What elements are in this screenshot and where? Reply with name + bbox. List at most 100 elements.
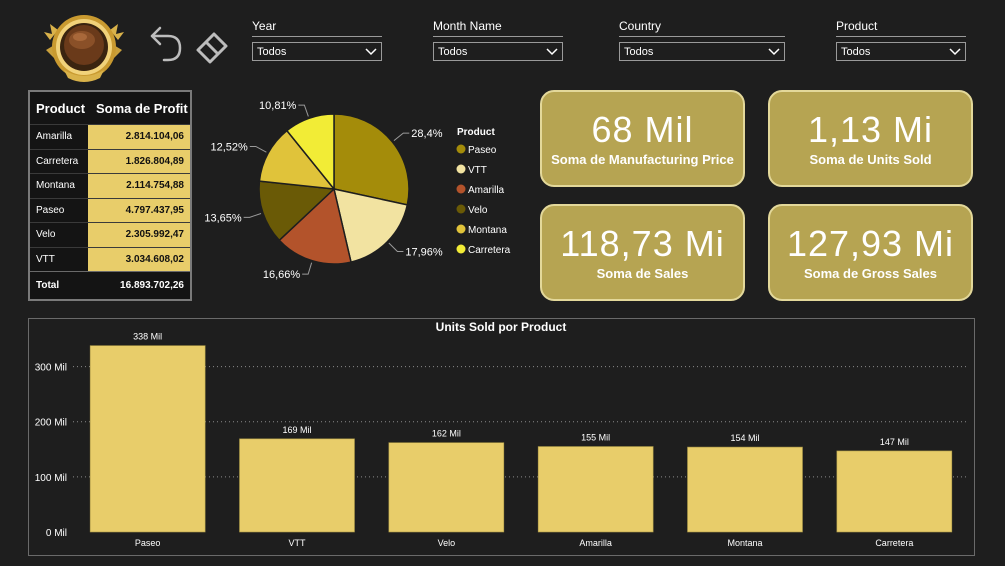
table-row: Carretera 1.826.804,89 <box>30 148 190 173</box>
legend-dot <box>456 244 466 254</box>
bar-data-label: 162 Mil <box>432 429 461 439</box>
y-tick-label: 200 Mil <box>35 418 67 429</box>
x-tick-label: VTT <box>289 538 307 548</box>
slicer-dropdown[interactable]: Todos <box>252 42 382 61</box>
header-product[interactable]: Product <box>30 101 94 116</box>
kpi-card-manufacturing-price[interactable]: 68 Mil Soma de Manufacturing Price <box>540 90 745 187</box>
pie-data-label: 13,65% <box>205 212 242 224</box>
logo <box>42 10 126 84</box>
profit-table: Product Soma de Profit Amarilla 2.814.104… <box>28 90 192 301</box>
slicer-year[interactable]: Year Todos <box>252 19 382 61</box>
table-header: Product Soma de Profit <box>30 92 190 124</box>
slicer-title: Year <box>252 19 382 37</box>
back-icon[interactable] <box>148 24 184 64</box>
bar-montana[interactable] <box>687 446 803 533</box>
bar-amarilla[interactable] <box>537 446 654 533</box>
legend-dot <box>456 144 466 154</box>
kpi-value: 68 Mil <box>591 109 694 150</box>
slicer-title: Product <box>836 19 966 37</box>
row-product: Velo <box>36 229 56 241</box>
kpi-card-gross-sales[interactable]: 127,93 Mi Soma de Gross Sales <box>768 204 973 301</box>
slicer-value: Todos <box>257 45 287 58</box>
chevron-down-icon <box>949 47 961 55</box>
bar-data-label: 169 Mil <box>282 425 311 435</box>
chevron-down-icon <box>546 47 558 55</box>
bar-carretera[interactable] <box>836 450 953 533</box>
row-value: 2.114.754,88 <box>88 174 190 198</box>
pie-data-label: 16,66% <box>263 269 301 281</box>
legend-dot <box>456 224 466 234</box>
slicer-value: Todos <box>438 45 468 58</box>
legend-item-montana[interactable]: Montana <box>468 225 507 236</box>
slicer-dropdown[interactable]: Todos <box>619 42 785 61</box>
legend-item-velo[interactable]: Velo <box>468 205 488 216</box>
kpi-label: Soma de Gross Sales <box>804 266 937 281</box>
bar-data-label: 147 Mil <box>880 437 909 447</box>
slicer-product[interactable]: Product Todos <box>836 19 966 61</box>
kpi-value: 118,73 Mi <box>560 223 725 264</box>
bar-velo[interactable] <box>388 442 505 533</box>
chevron-down-icon <box>768 47 780 55</box>
bar-chart-title: Units Sold por Product <box>436 320 567 334</box>
table-row: VTT 3.034.608,02 <box>30 246 190 271</box>
kpi-card-units-sold[interactable]: 1,13 Mi Soma de Units Sold <box>768 90 973 187</box>
row-product: Montana <box>36 180 75 192</box>
x-tick-label: Montana <box>727 538 762 548</box>
header-profit[interactable]: Soma de Profit <box>94 101 190 116</box>
kpi-value: 1,13 Mi <box>807 109 934 150</box>
legend-dot <box>456 164 466 174</box>
slicer-month-name[interactable]: Month Name Todos <box>433 19 563 61</box>
table-total-row: Total 16.893.702,26 <box>30 271 190 298</box>
pie-leader-line <box>298 104 309 117</box>
table-row: Paseo 4.797.437,95 <box>30 197 190 222</box>
slicer-country[interactable]: Country Todos <box>619 19 785 61</box>
row-value: 3.034.608,02 <box>88 247 190 271</box>
row-product: Amarilla <box>36 131 73 143</box>
legend-dot <box>456 184 466 194</box>
pie-legend-title: Product <box>457 127 495 138</box>
table-row: Montana 2.114.754,88 <box>30 173 190 198</box>
slicer-dropdown[interactable]: Todos <box>836 42 966 61</box>
slicer-title: Country <box>619 19 785 37</box>
legend-item-carretera[interactable]: Carretera <box>468 245 511 256</box>
x-tick-label: Paseo <box>135 538 161 548</box>
pie-leader-line <box>302 262 313 275</box>
kpi-label: Soma de Sales <box>596 266 689 281</box>
bar-paseo[interactable] <box>89 345 206 533</box>
pie-data-label: 17,96% <box>405 246 443 258</box>
y-tick-label: 100 Mil <box>35 473 67 484</box>
row-product: VTT <box>36 253 55 265</box>
pie-leader-line <box>393 132 410 142</box>
table-row: Velo 2.305.992,47 <box>30 222 190 247</box>
row-product: Carretera <box>36 155 79 167</box>
y-tick-label: 300 Mil <box>35 363 67 374</box>
chevron-down-icon <box>365 47 377 55</box>
kpi-label: Soma de Units Sold <box>809 152 932 167</box>
eraser-icon[interactable] <box>194 30 230 66</box>
legend-dot <box>456 204 466 214</box>
legend-item-amarilla[interactable]: Amarilla <box>468 185 505 196</box>
pie-data-label: 10,81% <box>259 100 297 112</box>
pie-leader-line <box>243 213 262 218</box>
legend-item-paseo[interactable]: Paseo <box>468 145 497 156</box>
total-label: Total <box>36 279 60 291</box>
row-value: 4.797.437,95 <box>88 198 190 222</box>
kpi-value: 127,93 Mi <box>786 223 955 264</box>
bar-vtt[interactable] <box>239 438 355 533</box>
slicer-value: Todos <box>841 45 871 58</box>
x-tick-label: Amarilla <box>579 538 612 548</box>
legend-item-vtt[interactable]: VTT <box>468 165 487 176</box>
kpi-card-sales[interactable]: 118,73 Mi Soma de Sales <box>540 204 745 301</box>
x-tick-label: Velo <box>438 538 456 548</box>
row-value: 2.814.104,06 <box>88 125 190 149</box>
bar-data-label: 338 Mil <box>133 332 162 342</box>
kpi-label: Soma de Manufacturing Price <box>551 152 734 167</box>
pie-leader-line <box>249 145 267 153</box>
bar-data-label: 154 Mil <box>730 433 759 443</box>
x-tick-label: Carretera <box>875 538 913 548</box>
total-value: 16.893.702,26 <box>120 279 184 291</box>
slicer-dropdown[interactable]: Todos <box>433 42 563 61</box>
pie-data-label: 28,4% <box>411 128 442 140</box>
row-product: Paseo <box>36 204 65 216</box>
row-value: 2.305.992,47 <box>88 223 190 247</box>
